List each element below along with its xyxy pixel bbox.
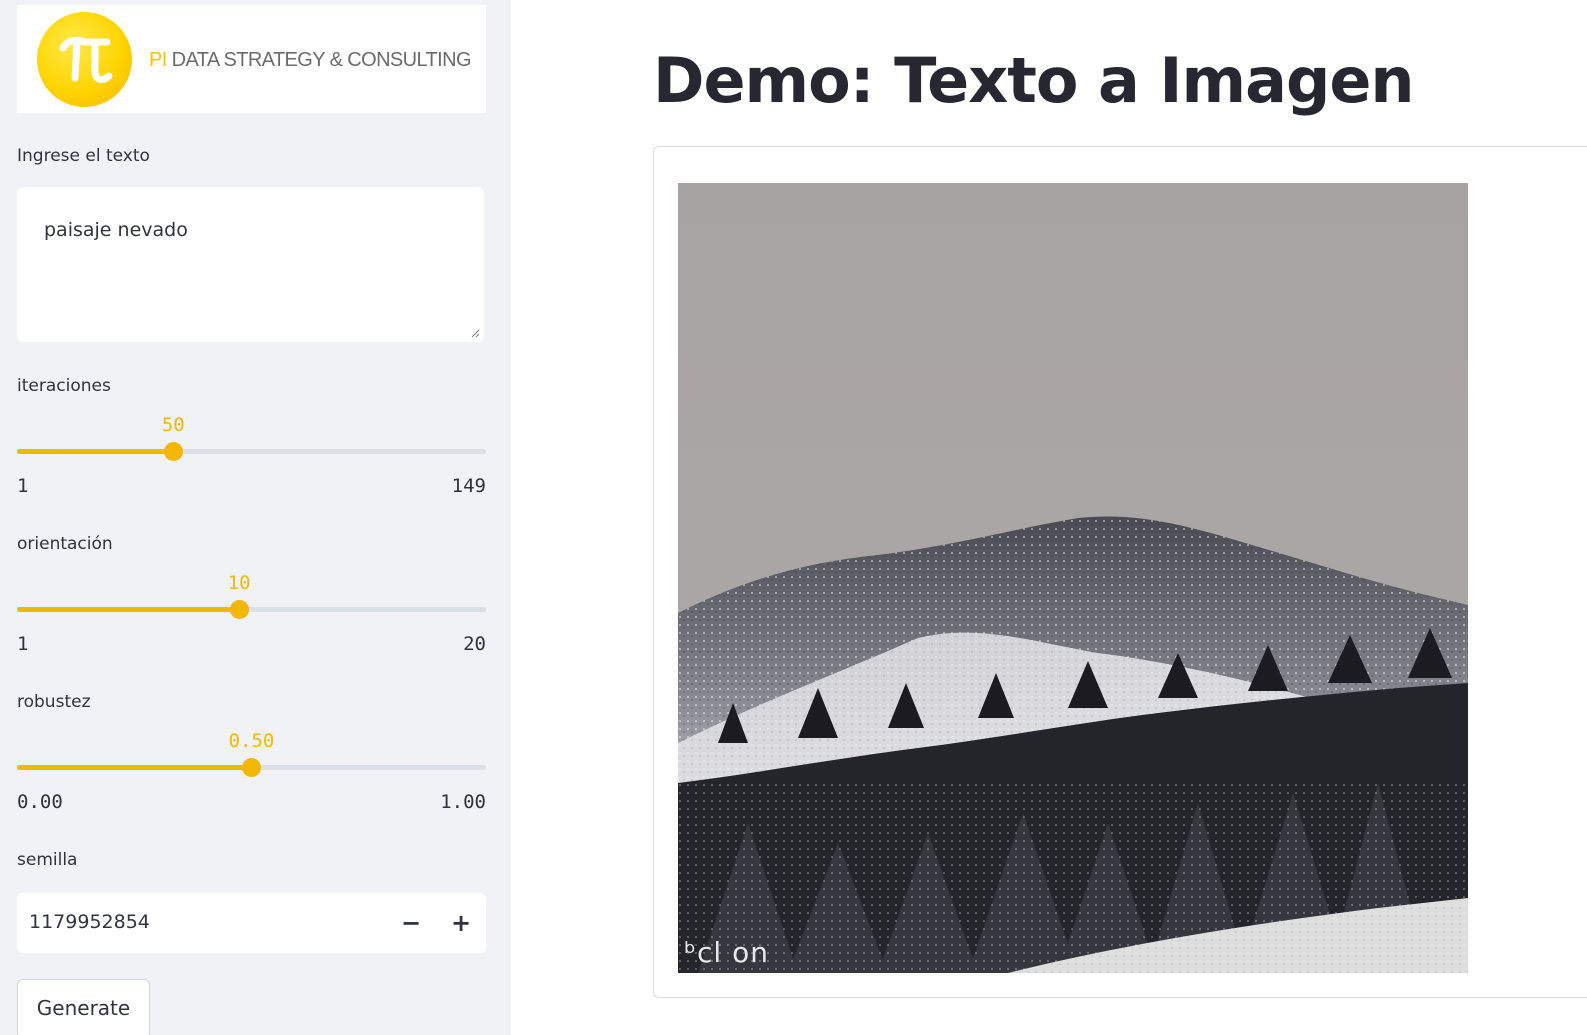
slider-thumb[interactable] (229, 600, 249, 619)
logo: PI DATA STRATEGY & CONSULTING (17, 5, 486, 113)
slider-label-orientacion: orientación (17, 534, 113, 554)
slider-fill (17, 765, 252, 770)
generate-button[interactable]: Generate (17, 979, 150, 1035)
slider-max: 20 (463, 633, 486, 655)
slider-orientacion[interactable]: 10 1 20 (17, 572, 486, 660)
slider-iteraciones[interactable]: 50 1 149 (17, 414, 486, 502)
prompt-textarea[interactable]: paisaje nevado (17, 187, 484, 342)
slider-max: 1.00 (440, 791, 486, 813)
slider-thumb[interactable] (242, 758, 261, 777)
pi-logo-icon (37, 12, 132, 107)
decrement-button[interactable]: − (391, 903, 431, 943)
sidebar: PI DATA STRATEGY & CONSULTING Ingrese el… (0, 0, 511, 1035)
resize-handle-icon[interactable] (470, 328, 480, 338)
prompt-textarea-value[interactable]: paisaje nevado (44, 219, 188, 241)
text-input-label: Ingrese el texto (17, 146, 150, 166)
slider-min: 1 (17, 475, 29, 497)
slider-fill (17, 607, 240, 612)
slider-fill (17, 449, 174, 454)
slider-label-iteraciones: iteraciones (17, 376, 111, 396)
logo-text: PI DATA STRATEGY & CONSULTING (149, 49, 472, 71)
slider-max: 149 (451, 475, 486, 497)
slider-robustez[interactable]: 0.50 0.00 1.00 (17, 730, 486, 818)
slider-label-robustez: robustez (17, 692, 91, 712)
image-watermark: ᵇcl on (684, 936, 769, 969)
seed-number-input[interactable]: 1179952854 − + (17, 893, 486, 953)
page-title: Demo: Texto a Imagen (653, 44, 1415, 117)
slider-thumb[interactable] (163, 442, 183, 461)
seed-value[interactable]: 1179952854 (29, 911, 150, 933)
slider-value: 10 (227, 572, 251, 594)
increment-button[interactable]: + (441, 903, 481, 943)
app-root: PI DATA STRATEGY & CONSULTING Ingrese el… (0, 0, 1587, 1035)
slider-min: 1 (17, 633, 29, 655)
generated-image: ᵇcl on (678, 183, 1468, 973)
slider-min: 0.00 (17, 791, 63, 813)
slider-value: 50 (161, 414, 185, 436)
seed-label: semilla (17, 850, 78, 870)
slider-value: 0.50 (228, 730, 275, 752)
